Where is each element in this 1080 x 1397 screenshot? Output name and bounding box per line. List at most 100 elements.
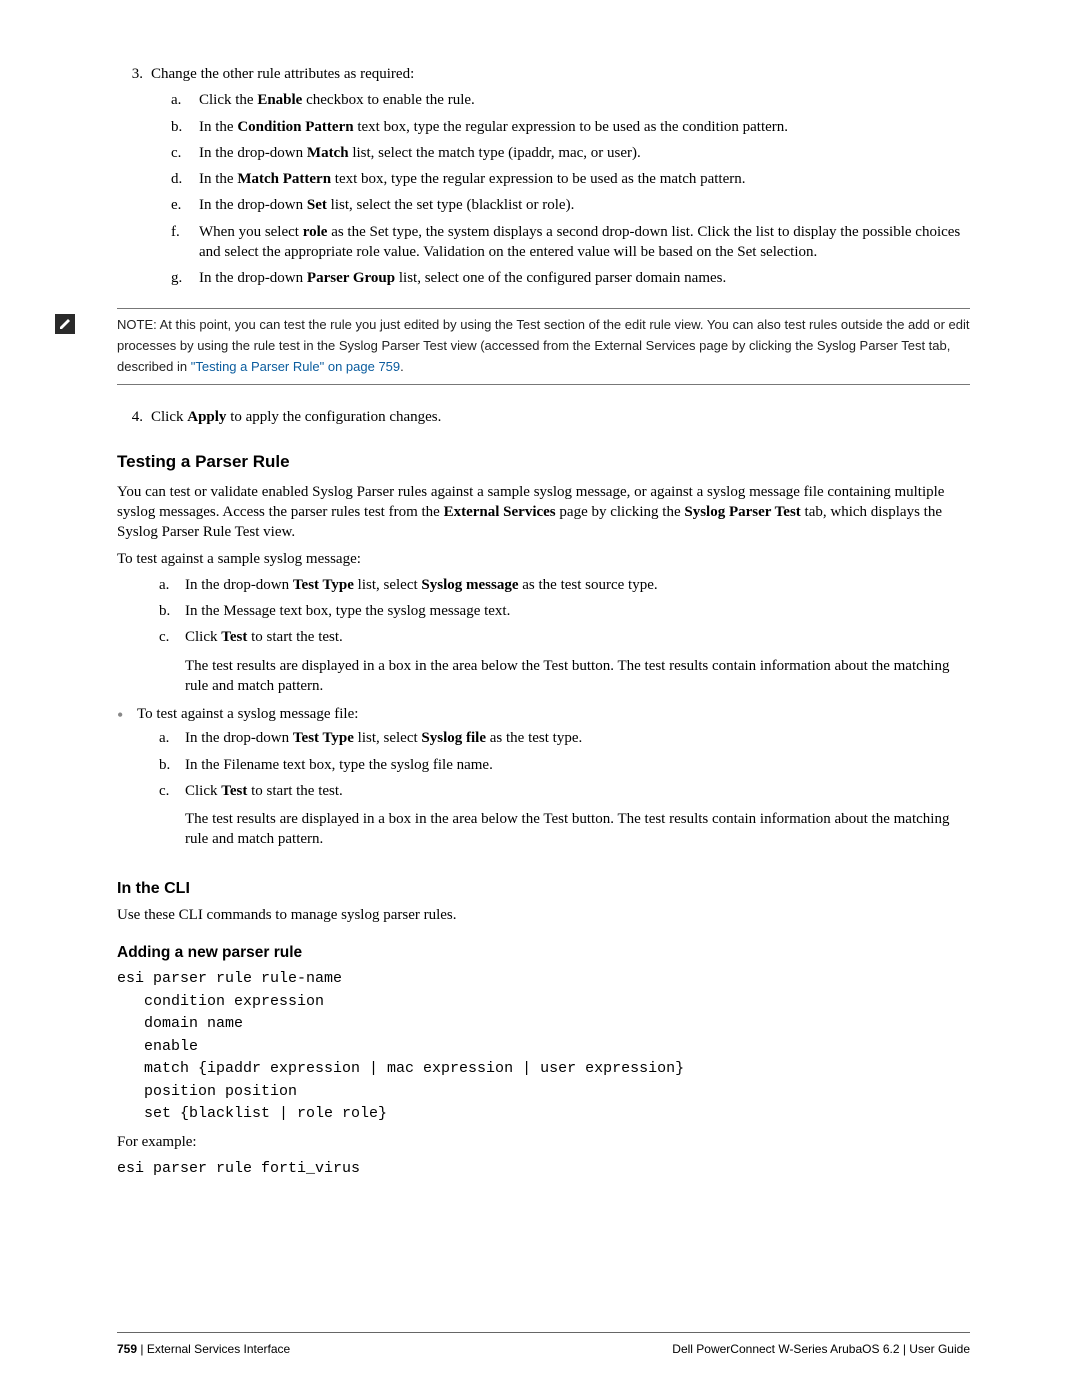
testing-paragraph-2: To test against a sample syslog message: — [117, 549, 970, 569]
bold-test: Test — [221, 783, 247, 799]
t: text box, type the regular expression to… — [354, 119, 788, 135]
t: Click — [151, 409, 187, 425]
file-test-item: • To test against a syslog message file:… — [117, 704, 970, 856]
page-number: 759 — [117, 1342, 137, 1356]
t: as the test source type. — [519, 577, 658, 593]
body-3g: In the drop-down Parser Group list, sele… — [199, 268, 970, 288]
testing-paragraph-1: You can test or validate enabled Syslog … — [117, 482, 970, 543]
marker: a. — [159, 575, 185, 595]
file-b: b. In the Filename text box, type the sy… — [159, 755, 970, 775]
marker-3b: b. — [171, 117, 199, 137]
t: When you select — [199, 224, 303, 240]
step-3-body: Change the other rule attributes as requ… — [151, 64, 970, 294]
file-test-bullet: • To test against a syslog message file:… — [117, 704, 970, 856]
t: to apply the configuration changes. — [226, 409, 441, 425]
test-file-steps: a. In the drop-down Test Type list, sele… — [137, 728, 970, 849]
step-3f: f. When you select role as the Set type,… — [171, 222, 970, 263]
for-example: For example: — [117, 1132, 970, 1152]
footer-section: External Services Interface — [147, 1342, 290, 1356]
marker-3f: f. — [171, 222, 199, 263]
step-3-marker: 3. — [117, 64, 151, 294]
note-period: . — [400, 359, 404, 374]
bold-match-pattern: Match Pattern — [237, 171, 331, 187]
t: list, select the match type (ipaddr, mac… — [349, 145, 641, 161]
marker: c. — [159, 781, 185, 850]
test-results-para: The test results are displayed in a box … — [185, 809, 970, 850]
body: Click Test to start the test. The test r… — [185, 781, 970, 850]
marker-3g: g. — [171, 268, 199, 288]
footer-guide: User Guide — [906, 1342, 970, 1356]
file-test-intro: To test against a syslog message file: — [137, 706, 358, 722]
bold-match: Match — [307, 145, 349, 161]
body: In the drop-down Test Type list, select … — [185, 728, 970, 748]
bullet-icon: • — [117, 704, 137, 856]
step-4: 4. Click Apply to apply the configuratio… — [117, 407, 970, 427]
bold-condition-pattern: Condition Pattern — [237, 119, 353, 135]
step-3e: e. In the drop-down Set list, select the… — [171, 195, 970, 215]
bold-test-type: Test Type — [293, 730, 354, 746]
marker: b. — [159, 601, 185, 621]
file-test-body: To test against a syslog message file: a… — [137, 704, 970, 856]
page-footer: 759 | External Services Interface Dell P… — [117, 1332, 970, 1357]
step-3-text: Change the other rule attributes as requ… — [151, 66, 414, 82]
bold-syslog-parser-test: Syslog Parser Test — [684, 504, 800, 520]
code-block-1: esi parser rule rule-name condition expr… — [117, 968, 970, 1126]
body-3f: When you select role as the Set type, th… — [199, 222, 970, 263]
page: 3. Change the other rule attributes as r… — [0, 0, 1080, 1397]
step-list: 3. Change the other rule attributes as r… — [117, 64, 970, 294]
marker-3e: e. — [171, 195, 199, 215]
t: Click — [185, 783, 221, 799]
t: In the drop-down — [199, 270, 307, 286]
step-3: 3. Change the other rule attributes as r… — [117, 64, 970, 294]
t: In the — [199, 119, 237, 135]
code-block-2: esi parser rule forti_virus — [117, 1158, 970, 1181]
note-link[interactable]: "Testing a Parser Rule" on page 759 — [191, 359, 400, 374]
heading-testing: Testing a Parser Rule — [117, 451, 970, 474]
marker-3c: c. — [171, 143, 199, 163]
body-3c: In the drop-down Match list, select the … — [199, 143, 970, 163]
footer-right: Dell PowerConnect W-Series ArubaOS 6.2 |… — [672, 1341, 970, 1357]
body: Click Test to start the test. The test r… — [185, 627, 970, 696]
step-3-sublist: a. Click the Enable checkbox to enable t… — [151, 90, 970, 288]
step-3g: g. In the drop-down Parser Group list, s… — [171, 268, 970, 288]
t: to start the test. — [247, 629, 342, 645]
body-3e: In the drop-down Set list, select the se… — [199, 195, 970, 215]
t: In the — [199, 171, 237, 187]
marker-3d: d. — [171, 169, 199, 189]
t: list, select the set type (blacklist or … — [327, 197, 574, 213]
test-msg-steps: a. In the drop-down Test Type list, sele… — [117, 575, 970, 696]
t: text box, type the regular expression to… — [331, 171, 745, 187]
t: In the drop-down — [185, 577, 293, 593]
step-4-list: 4. Click Apply to apply the configuratio… — [117, 407, 970, 427]
t: list, select — [354, 577, 422, 593]
bold-role: role — [303, 224, 328, 240]
step-3b: b. In the Condition Pattern text box, ty… — [171, 117, 970, 137]
marker: c. — [159, 627, 185, 696]
note-block: NOTE: At this point, you can test the ru… — [55, 308, 970, 384]
body: In the Message text box, type the syslog… — [185, 601, 970, 621]
footer-product: Dell PowerConnect W-Series ArubaOS 6.2 — [672, 1342, 903, 1356]
t: In the drop-down — [199, 145, 307, 161]
body-3b: In the Condition Pattern text box, type … — [199, 117, 970, 137]
bold-syslog-file: Syslog file — [421, 730, 486, 746]
t: Click the — [199, 92, 257, 108]
step-3a: a. Click the Enable checkbox to enable t… — [171, 90, 970, 110]
t: Click — [185, 629, 221, 645]
t: checkbox to enable the rule. — [302, 92, 474, 108]
footer-sep: | — [137, 1342, 147, 1356]
marker-3a: a. — [171, 90, 199, 110]
t: In the drop-down — [185, 730, 293, 746]
msg-a: a. In the drop-down Test Type list, sele… — [159, 575, 970, 595]
bold-test-type: Test Type — [293, 577, 354, 593]
msg-c: c. Click Test to start the test. The tes… — [159, 627, 970, 696]
step-4-marker: 4. — [117, 407, 151, 427]
footer-left: 759 | External Services Interface — [117, 1341, 290, 1357]
bold-enable: Enable — [257, 92, 302, 108]
step-3d: d. In the Match Pattern text box, type t… — [171, 169, 970, 189]
t: list, select one of the configured parse… — [395, 270, 726, 286]
t: page by clicking the — [556, 504, 685, 520]
file-a: a. In the drop-down Test Type list, sele… — [159, 728, 970, 748]
step-4-body: Click Apply to apply the configuration c… — [151, 407, 970, 427]
bold-external-services: External Services — [444, 504, 556, 520]
heading-adding-rule: Adding a new parser rule — [117, 943, 970, 964]
